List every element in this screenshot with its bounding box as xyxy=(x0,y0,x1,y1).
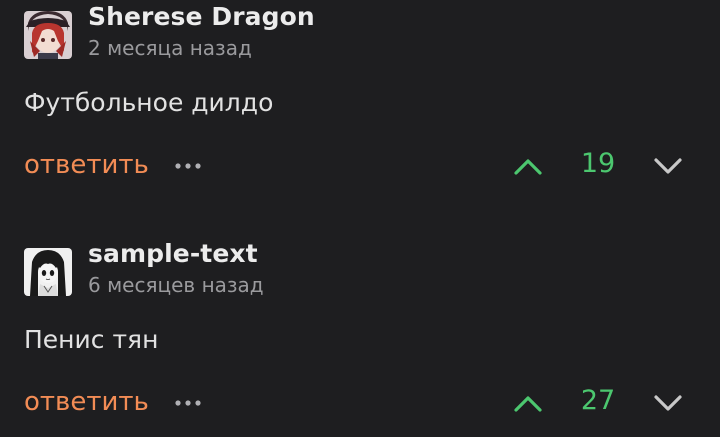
downvote-icon[interactable] xyxy=(652,152,684,180)
more-options-icon[interactable] xyxy=(174,397,202,409)
user-avatar[interactable] xyxy=(24,11,72,59)
user-avatar[interactable] xyxy=(24,248,72,296)
comment-author[interactable]: sample-text xyxy=(88,239,258,268)
upvote-icon[interactable] xyxy=(512,389,544,417)
anime-avatar-red-hair-icon xyxy=(24,11,72,59)
more-options-icon[interactable] xyxy=(174,160,202,172)
vote-score: 27 xyxy=(580,385,616,416)
downvote-icon[interactable] xyxy=(652,389,684,417)
reply-button[interactable]: ответить xyxy=(24,387,149,417)
comment-timestamp: 6 месяцев назад xyxy=(88,273,264,297)
comment-text: Футбольное дилдо xyxy=(24,88,274,117)
reply-button[interactable]: ответить xyxy=(24,150,149,180)
comment: Sherese Dragon 2 месяца назад Футбольное… xyxy=(0,0,720,200)
vote-score: 19 xyxy=(580,148,616,179)
comment: sample-text 6 месяцев назад Пенис тян от… xyxy=(0,237,720,437)
comment-text: Пенис тян xyxy=(24,325,159,354)
upvote-icon[interactable] xyxy=(512,152,544,180)
comment-author[interactable]: Sherese Dragon xyxy=(88,2,315,31)
anime-avatar-monochrome-icon xyxy=(24,248,72,296)
comment-timestamp: 2 месяца назад xyxy=(88,36,252,60)
